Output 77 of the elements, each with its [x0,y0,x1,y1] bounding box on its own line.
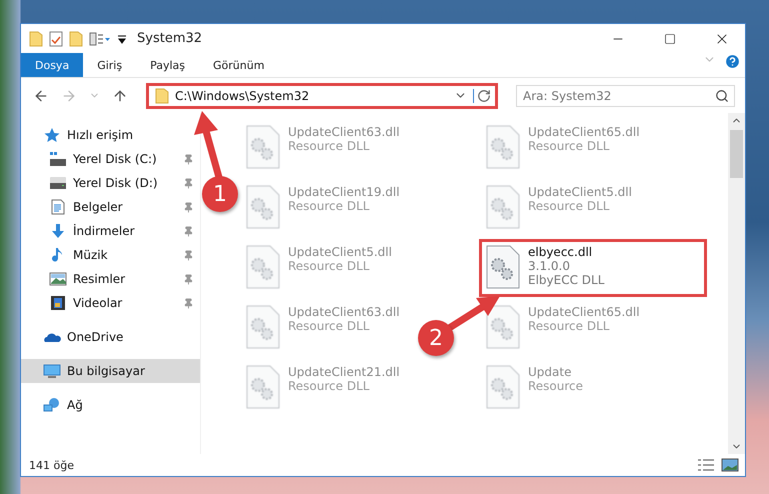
file-detail: 3.1.0.0 [528,259,571,273]
search-icon [715,88,729,102]
dll-file-icon [486,305,520,349]
sidebar-item[interactable]: OneDrive [21,325,200,349]
dll-file-icon [486,185,520,229]
sidebar-item[interactable]: Yerel Disk (D:) [21,171,200,195]
sidebar-item[interactable]: Müzik [21,243,200,267]
tiles-view-icon[interactable] [721,458,739,472]
ribbon-tab[interactable]: Görünüm [199,53,278,77]
refresh-icon[interactable] [473,88,491,102]
search-field[interactable]: Ara: System32 [516,84,735,106]
file-name: UpdateClient63.dll [288,125,400,139]
sidebar-item[interactable]: İndirmeler [21,219,200,243]
item-count: 141 öğe [29,458,75,472]
document-icon [49,199,67,215]
ribbon-tab[interactable]: Paylaş [136,53,199,77]
help-icon[interactable] [724,53,741,70]
file-detail: Resource DLL [528,139,610,153]
file-name: UpdateClient21.dll [288,365,400,379]
maximize-icon[interactable] [664,32,676,44]
network-icon [43,397,61,413]
new-folder-icon [69,30,83,46]
file-detail: Resource DLL [528,319,610,333]
file-name: UpdateClient5.dll [528,185,632,199]
file-name: elbyecc.dll [528,245,594,259]
sidebar-item[interactable]: Hızlı erişim [21,123,200,147]
up-icon[interactable] [112,88,128,104]
computer-icon [43,363,61,379]
dll-file-icon [246,185,280,229]
file-name: Update [528,365,572,379]
scroll-thumb[interactable] [730,130,743,178]
sidebar-item[interactable]: Yerel Disk (C:) [21,147,200,171]
image-icon [49,271,67,287]
dll-file-icon [486,365,520,409]
folder-icon [29,30,43,46]
file-detail: Resource DLL [528,199,610,213]
sidebar-item[interactable]: Ağ [21,393,200,417]
drive-icon [49,151,67,167]
address-bar[interactable]: C:\Windows\System32 [146,82,498,108]
details-view-icon[interactable] [697,458,715,472]
drive-icon [49,175,67,191]
sidebar-item[interactable]: Belgeler [21,195,200,219]
sidebar-item[interactable]: Videolar [21,291,200,315]
dll-file-icon [246,365,280,409]
file-item[interactable]: elbyecc.dll 3.1.0.0 ElbyECC DLL [479,239,707,297]
sidebar-item[interactable]: Resimler [21,267,200,291]
sidebar-item[interactable]: Bu bilgisayar [21,359,200,383]
properties-icon[interactable] [49,30,63,46]
file-detail: Resource DLL [288,139,370,153]
dll-file-icon [486,245,520,289]
file-detail: Resource DLL [288,319,370,333]
dll-file-icon [246,245,280,289]
annotation-arrow [446,296,500,330]
file-detail: Resource DLL [288,259,370,273]
file-name: UpdateClient65.dll [528,125,640,139]
dll-file-icon [486,125,520,169]
file-name: UpdateClient5.dll [288,245,392,259]
film-icon [49,295,67,311]
dll-file-icon [246,305,280,349]
file-name: UpdateClient63.dll [288,305,400,319]
star-icon [43,127,61,143]
customize-caret-icon[interactable] [117,32,127,44]
dll-file-icon [246,125,280,169]
view-list-icon[interactable] [89,32,111,46]
file-detail: Resource DLL [288,199,370,213]
ribbon-tab[interactable]: Giriş [83,53,136,77]
download-icon [49,223,67,239]
scrollbar[interactable] [728,113,745,454]
ribbon-tab[interactable]: Dosya [21,53,84,77]
window-title: System32 [137,31,204,46]
file-name: UpdateClient65.dll [528,305,640,319]
back-icon[interactable] [33,88,49,104]
file-name: UpdateClient19.dll [288,185,400,199]
folder-icon [155,88,169,104]
file-detail: ElbyECC DLL [528,273,604,287]
file-detail: Resource [528,379,584,393]
file-detail: Resource DLL [288,379,370,393]
